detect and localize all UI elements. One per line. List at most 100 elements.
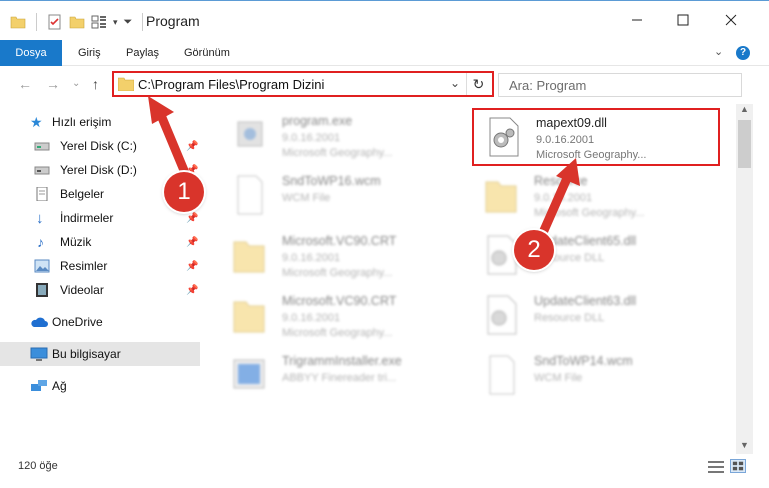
scroll-up-icon[interactable]: ▲ <box>740 104 749 114</box>
chevron-down-icon[interactable]: ▾ <box>113 17 118 28</box>
address-bar[interactable]: C:\Program Files\Program Dizini ⌄ ↻ <box>112 71 494 97</box>
file-item[interactable]: UpdateClient63.dll Resource DLL <box>472 288 720 346</box>
help-icon[interactable]: ? <box>736 46 750 60</box>
title-bar: ▾ ⏷ Program <box>0 0 769 40</box>
dll-gear-icon <box>487 295 517 335</box>
sidebar-item-music[interactable]: ♪ Müzik 📌 <box>0 230 200 254</box>
computer-icon <box>30 347 48 361</box>
pin-icon[interactable]: 📌 <box>186 237 198 248</box>
file-item-mapext09-dll[interactable]: mapext09.dll 9.0.16.2001 Microsoft Geogr… <box>472 108 720 166</box>
vertical-scrollbar[interactable]: ▲ ▼ <box>736 104 753 454</box>
details-view-icon[interactable] <box>708 460 724 474</box>
file-type: WCM File <box>282 192 331 204</box>
folder-icon <box>233 241 265 273</box>
tab-file[interactable]: Dosya <box>0 40 62 66</box>
file-description: Microsoft Geography... <box>282 327 393 339</box>
sidebar-item-pictures[interactable]: Resimler 📌 <box>0 254 200 278</box>
properties-icon[interactable] <box>47 14 63 30</box>
file-name: TrigrammInstaller.exe <box>282 354 402 368</box>
drive-icon <box>34 166 50 175</box>
sidebar-item-label: Hızlı erişim <box>52 115 112 129</box>
file-description: Microsoft Geography... <box>282 147 393 159</box>
download-icon: ↓ <box>36 209 44 227</box>
file-name: mapext09.dll <box>536 116 607 130</box>
back-icon[interactable]: ← <box>18 76 32 92</box>
refresh-button[interactable]: ↻ <box>466 73 490 95</box>
sidebar-item-downloads[interactable]: ↓ İndirmeler 📌 <box>0 206 200 230</box>
maximize-icon <box>677 14 689 26</box>
file-icon <box>489 355 515 395</box>
search-placeholder: Ara: Program <box>509 78 587 93</box>
address-dropdown-icon[interactable]: ⌄ <box>450 76 460 90</box>
recent-locations-icon[interactable]: ⌄ <box>72 78 80 89</box>
scroll-thumb[interactable] <box>738 120 751 168</box>
file-type: Resource DLL <box>534 312 605 324</box>
file-description: Microsoft Geography... <box>534 207 645 219</box>
view-options-icon[interactable] <box>91 14 107 30</box>
pin-icon[interactable]: 📌 <box>186 261 198 272</box>
sidebar-item-label: Videolar <box>60 283 104 297</box>
sidebar-item-videos[interactable]: Videolar 📌 <box>0 278 200 302</box>
forward-icon[interactable]: → <box>46 76 60 92</box>
file-name: Microsoft.VC90.CRT <box>282 234 397 248</box>
file-version: 9.0.16.2001 <box>282 312 341 324</box>
maximize-button[interactable] <box>660 5 706 35</box>
file-icon <box>237 175 263 215</box>
tab-share[interactable]: Paylaş <box>118 40 167 66</box>
file-version: 9.0.16.2001 <box>282 132 341 144</box>
sidebar-item-label: İndirmeler <box>60 211 114 225</box>
search-input[interactable]: Ara: Program <box>498 73 742 97</box>
file-description: Microsoft Geography... <box>282 267 393 279</box>
sidebar-item-label: Müzik <box>60 235 92 249</box>
file-description: ABBYY Finereader tri... <box>282 372 397 384</box>
sidebar-item-label: OneDrive <box>52 315 103 329</box>
drive-icon <box>34 142 50 151</box>
window-title: Program <box>146 13 200 29</box>
file-item[interactable]: TrigrammInstaller.exe ABBYY Finereader t… <box>220 348 468 406</box>
file-item[interactable]: SndToWP14.wcm WCM File <box>472 348 720 406</box>
file-item[interactable]: UpdateClient65.dll Resource DLL <box>472 228 720 286</box>
folder-icon[interactable] <box>10 14 26 30</box>
installer-icon <box>233 359 265 389</box>
scroll-down-icon[interactable]: ▼ <box>740 440 749 450</box>
sidebar-item-local-disk-c[interactable]: Yerel Disk (C:) 📌 <box>0 134 200 158</box>
sidebar-item-quick-access[interactable]: ★ Hızlı erişim <box>0 110 200 134</box>
close-icon <box>725 14 737 26</box>
file-item[interactable]: SndToWP16.wcm WCM File <box>220 168 468 226</box>
document-icon <box>36 187 48 201</box>
expand-ribbon-icon[interactable]: ⌄ <box>714 45 723 58</box>
pin-icon[interactable]: 📌 <box>186 285 198 296</box>
tab-home[interactable]: Giriş <box>70 40 109 66</box>
ribbon-tabs: Dosya Giriş Paylaş Görünüm ⌄ ? <box>0 40 769 66</box>
new-folder-icon[interactable] <box>69 14 85 30</box>
file-item[interactable]: Resource 9.0.16.2001 Microsoft Geography… <box>472 168 720 226</box>
tab-view[interactable]: Görünüm <box>176 40 238 66</box>
file-item[interactable]: Microsoft.VC90.CRT 9.0.16.2001 Microsoft… <box>220 228 468 286</box>
up-icon[interactable]: ↑ <box>92 76 99 92</box>
sidebar-item-label: Resimler <box>60 259 108 273</box>
sidebar-item-network[interactable]: Ağ <box>0 374 200 398</box>
sidebar-item-label: Bu bilgisayar <box>52 347 121 361</box>
customize-toolbar-icon[interactable]: ⏷ <box>124 16 133 29</box>
divider <box>36 13 37 31</box>
sidebar-item-label: Yerel Disk (C:) <box>60 139 137 153</box>
file-item[interactable]: Microsoft.VC90.CRT 9.0.16.2001 Microsoft… <box>220 288 468 346</box>
file-name: Resource <box>534 174 588 188</box>
star-icon: ★ <box>30 113 43 130</box>
pin-icon[interactable]: 📌 <box>186 213 198 224</box>
minimize-button[interactable] <box>614 5 660 35</box>
sidebar-item-label: Yerel Disk (D:) <box>60 163 137 177</box>
sidebar-item-onedrive[interactable]: OneDrive <box>0 310 200 334</box>
dll-gear-icon <box>489 117 519 157</box>
folder-icon <box>485 181 517 213</box>
large-icons-view-icon[interactable] <box>730 459 746 473</box>
sidebar-item-this-pc[interactable]: Bu bilgisayar <box>0 342 200 366</box>
minimize-icon <box>632 19 642 21</box>
close-button[interactable] <box>708 5 754 35</box>
pin-icon[interactable]: 📌 <box>186 141 198 152</box>
exe-icon <box>237 121 263 147</box>
sidebar-item-label: Belgeler <box>60 187 105 201</box>
file-item[interactable]: program.exe 9.0.16.2001 Microsoft Geogra… <box>220 108 468 166</box>
pictures-icon <box>34 259 50 273</box>
file-name: program.exe <box>282 114 353 128</box>
